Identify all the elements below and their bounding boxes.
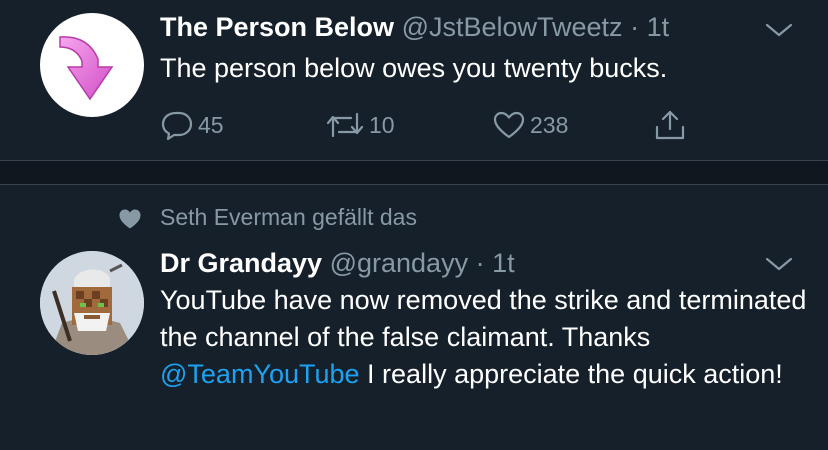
retweet-count: 10 [369,111,395,138]
chevron-down-icon [765,23,793,37]
social-context[interactable]: Seth Everman gefällt das [160,204,417,231]
separator: · [630,12,640,42]
like-button[interactable]: 238 [492,110,568,140]
chevron-down-icon [765,257,793,271]
knight-avatar [40,251,144,355]
handle[interactable]: @JstBelowTweetz [402,12,623,42]
display-name[interactable]: The Person Below [160,12,394,42]
handle[interactable]: @grandayy [330,248,468,278]
tweet-text: The person below owes you twenty bucks. [160,53,668,83]
timestamp[interactable]: 1t [492,248,515,278]
liked-heart-icon [118,208,142,235]
mention-link[interactable]: @TeamYouTube [160,359,360,389]
reply-button[interactable]: 45 [160,110,224,140]
reply-icon [161,111,193,140]
tweet-options-button[interactable] [764,20,794,40]
tweet-text-part: I really appreciate the quick action! [359,359,783,389]
tweet-options-button[interactable] [764,254,794,274]
tweet-text-part: YouTube have now removed the strike and … [160,285,807,352]
reply-count: 45 [198,111,224,138]
retweet-button[interactable]: 10 [325,110,395,140]
share-button[interactable] [653,108,687,142]
avatar-dr-grandayy[interactable] [40,251,144,355]
separator: · [475,248,485,278]
heart-icon [493,111,525,139]
display-name[interactable]: Dr Grandayy [160,248,322,278]
timestamp[interactable]: 1t [647,12,670,42]
down-arrow-avatar [59,36,114,101]
share-icon [655,110,685,140]
tweet-text: YouTube have now removed the strike and … [160,282,810,393]
section-gap [0,161,828,184]
retweet-icon [326,112,364,138]
like-count: 238 [530,111,569,138]
avatar-the-person-below[interactable] [40,13,144,117]
tweet-1[interactable]: The Person Below @JstBelowTweetz · 1t Th… [0,0,828,161]
